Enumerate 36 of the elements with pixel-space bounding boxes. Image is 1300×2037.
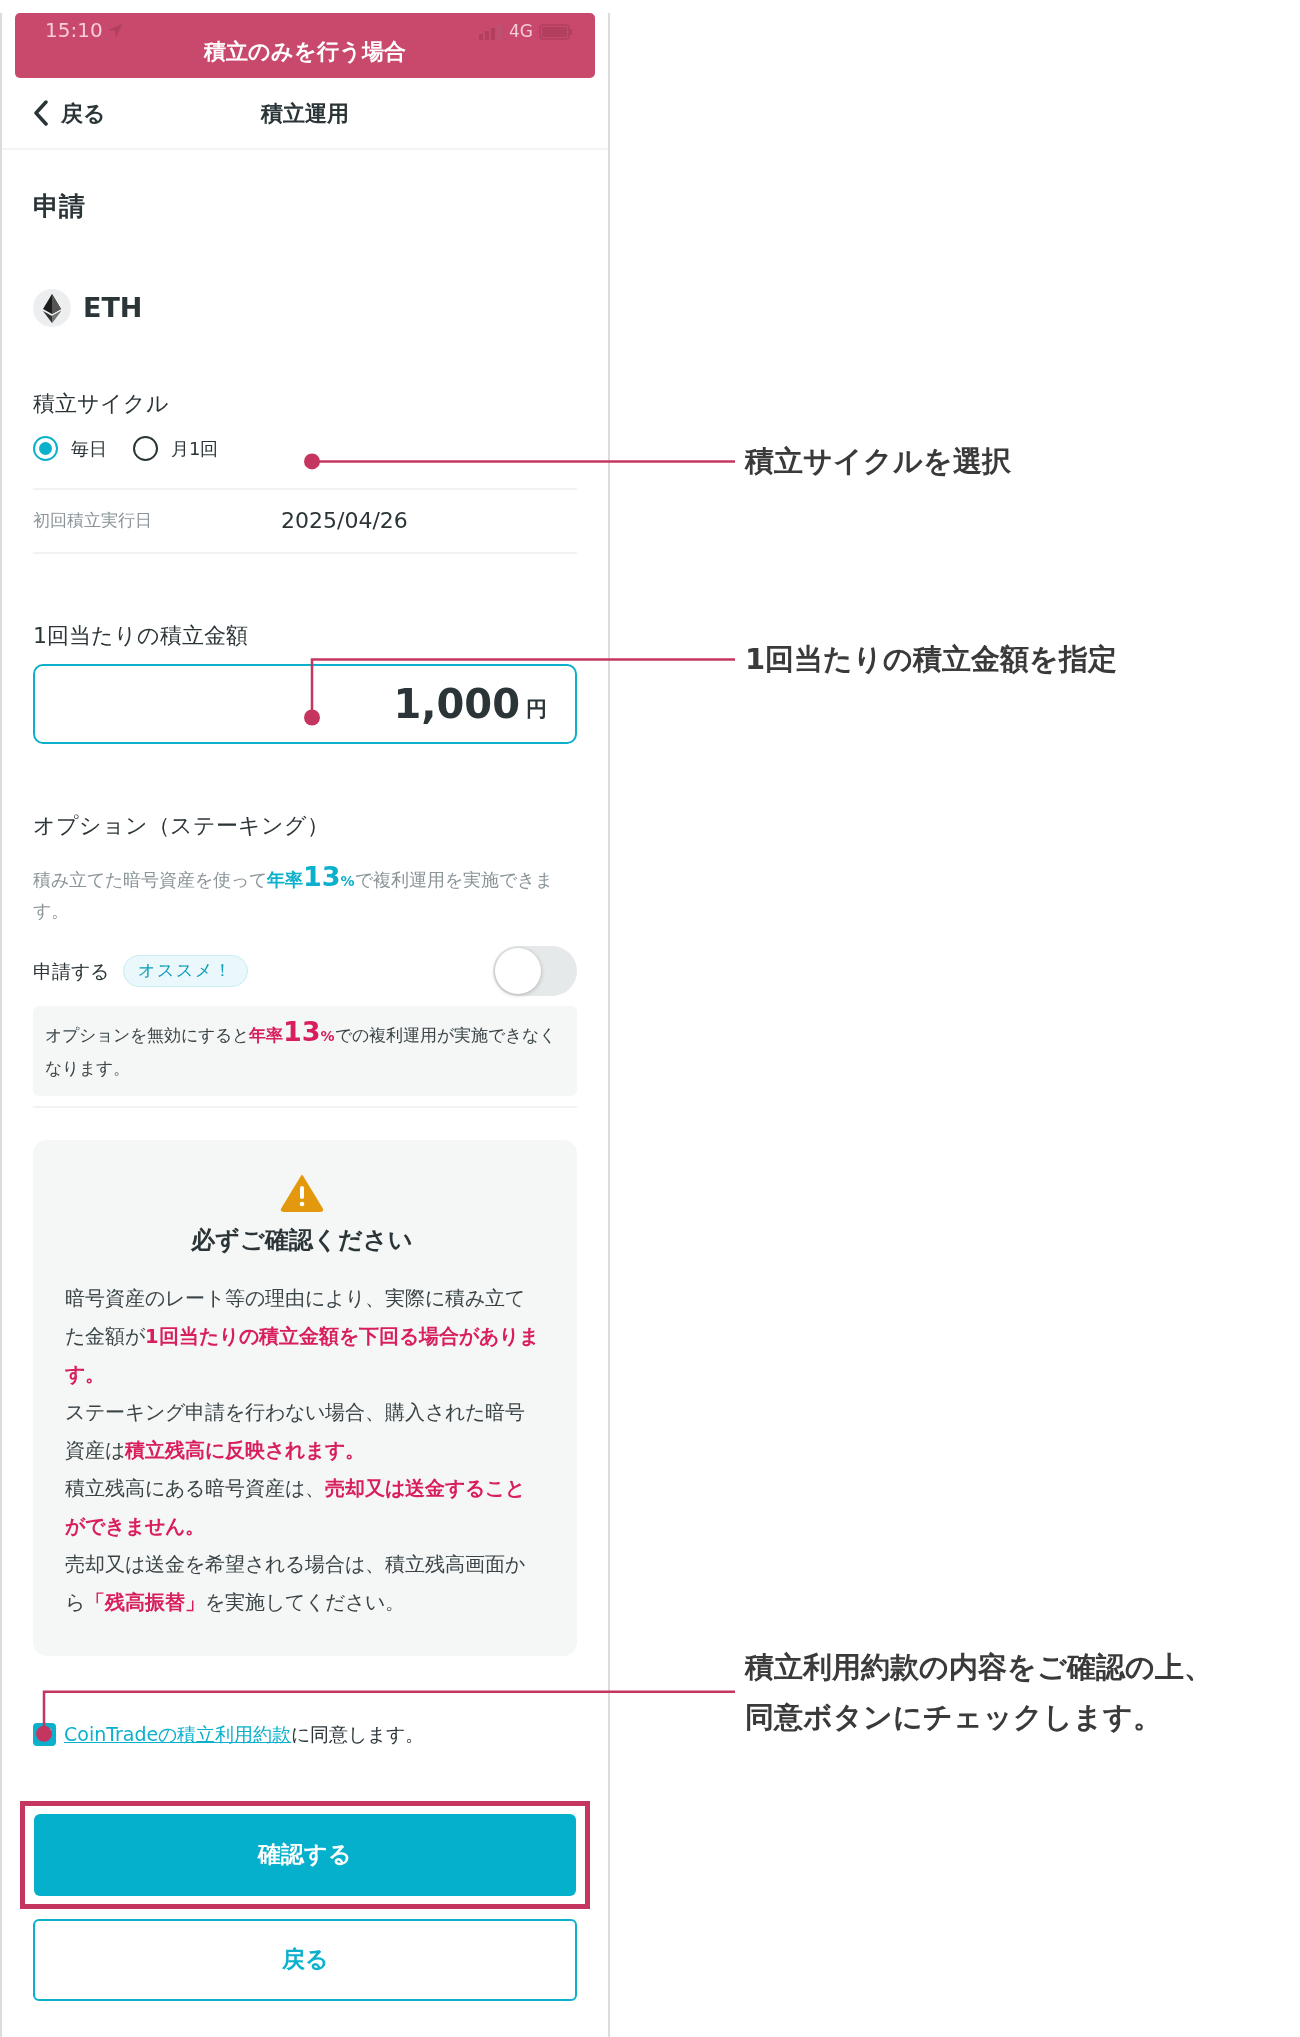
callout-text: 積立サイクルを選択 bbox=[745, 443, 1012, 481]
section-title: 申請 bbox=[33, 190, 86, 223]
warning-title: 必ずご確認ください bbox=[190, 1225, 414, 1257]
amount-field[interactable]: 1,000 円 bbox=[33, 664, 577, 745]
field-label: 積立サイクル bbox=[33, 390, 170, 419]
amount-value: 1,000 bbox=[393, 684, 520, 725]
description-text: 積み立てた暗号資産を使って年率13%で複利運用を実施できます。 bbox=[33, 863, 554, 924]
toggle-label: 申請する bbox=[33, 958, 109, 984]
date-value: 2025/04/26 bbox=[281, 507, 408, 536]
warning-text: 売却又は送金を希望される場合は、積立残高画面から「残高振替」を実施してください。 bbox=[65, 1552, 526, 1617]
banner-title: 積立のみを行う場合 bbox=[202, 38, 407, 66]
screen-title: 積立運用 bbox=[261, 99, 349, 128]
back-link[interactable]: 戻る bbox=[33, 96, 106, 130]
field-label: 初回積立実行日 bbox=[33, 509, 153, 533]
warning-text: ステーキング申請を行わない場合、購入された暗号資産は積立残高に反映されます。 bbox=[65, 1400, 526, 1465]
radio-label[interactable]: 月1回 bbox=[171, 434, 219, 462]
section-heading: オプション（ステーキング） bbox=[33, 812, 330, 841]
radio-button[interactable] bbox=[133, 435, 158, 461]
warning-text: 暗号資産のレート等の理由により、実際に積み立てた金額が1回当たりの積立金額を下回る場合があります。 bbox=[65, 1286, 539, 1389]
warning-icon bbox=[280, 1174, 324, 1213]
currency-unit: 円 bbox=[526, 695, 547, 723]
chevron-left-icon bbox=[33, 100, 49, 126]
warning-text: 積立残高にある暗号資産は、売却又は送金することができません。 bbox=[65, 1476, 526, 1541]
asset-symbol: ETH bbox=[83, 290, 143, 325]
network-label: 4G bbox=[509, 20, 533, 43]
toggle-switch[interactable] bbox=[493, 946, 577, 997]
callout-text: 1回当たりの積立金額を指定 bbox=[745, 641, 1119, 679]
agree-text: CoinTradeの積立利用約款に同意します。 bbox=[64, 1722, 425, 1748]
recommend-tag: オススメ！ bbox=[123, 955, 248, 987]
radio-button[interactable] bbox=[33, 435, 58, 461]
radio-label[interactable]: 毎日 bbox=[71, 434, 107, 462]
field-label: 1回当たりの積立金額 bbox=[33, 621, 249, 650]
diamond-coin-icon bbox=[33, 289, 71, 328]
status-time: 15:10 bbox=[45, 18, 103, 42]
callout-text: 積立利用約款の内容をご確認の上、同意ボタンにチェックします。 bbox=[745, 1648, 1214, 1736]
notice-text: オプションを無効にすると 年率13%での複利運用が実施できなくなります。 bbox=[33, 1006, 577, 1097]
